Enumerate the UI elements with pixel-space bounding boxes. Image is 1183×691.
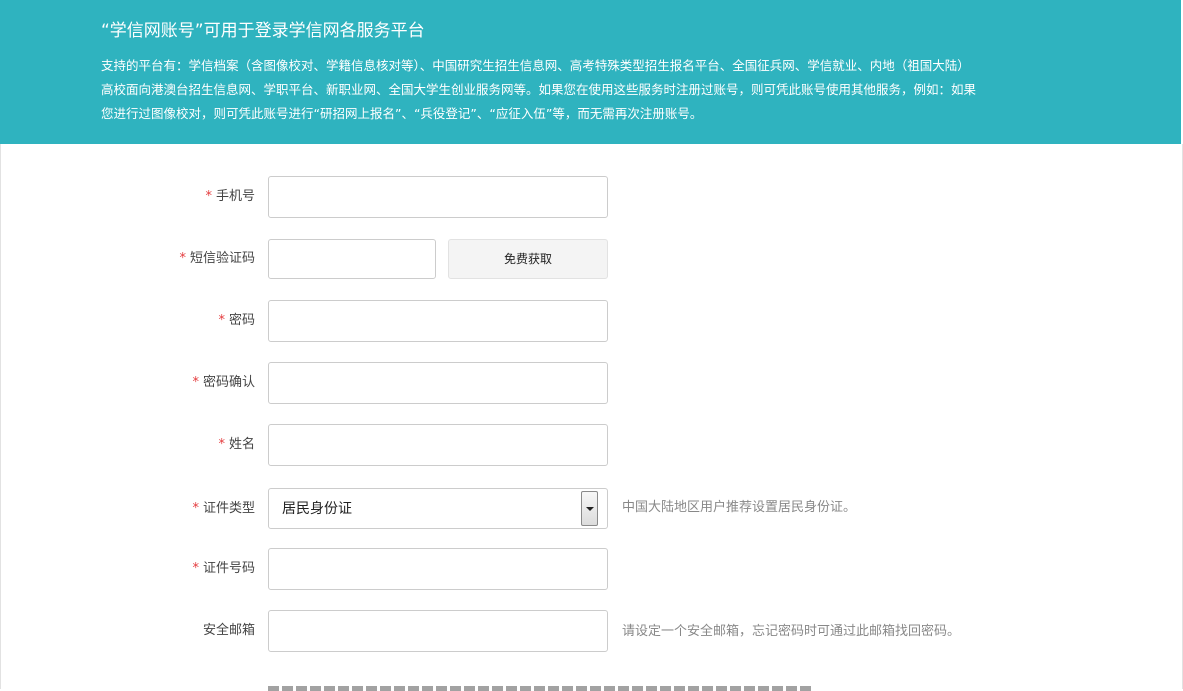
password-confirm-label-text: 密码确认 xyxy=(202,375,255,390)
name-row: * 姓名 xyxy=(1,424,1183,466)
name-input[interactable] xyxy=(268,424,608,466)
id-type-select[interactable]: 居民身份证 xyxy=(268,488,608,529)
get-code-button[interactable]: 免费获取 xyxy=(448,239,608,279)
password-label-text: 密码 xyxy=(228,313,255,328)
phone-row: * 手机号 xyxy=(1,176,1183,218)
id-number-row: * 证件号码 xyxy=(1,548,1183,590)
phone-input[interactable] xyxy=(268,176,608,218)
email-label: 安全邮箱 xyxy=(1,610,255,652)
registration-form: * 手机号 * 短信验证码 免费获取 * 密码 * 密码确认 * 姓名 * 证件类型 居民身… xyxy=(0,144,1183,691)
password-confirm-label: * 密码确认 xyxy=(1,362,255,404)
sms-code-label-text: 短信验证码 xyxy=(189,251,255,266)
password-confirm-input[interactable] xyxy=(268,362,608,404)
required-mark: * xyxy=(192,375,199,390)
id-type-row: * 证件类型 居民身份证 中国大陆地区用户推荐设置居民身份证。 xyxy=(1,488,1183,530)
info-banner: “学信网账号”可用于登录学信网各服务平台 支持的平台有：学信档案（含图像校对、学… xyxy=(0,0,1181,144)
required-mark: * xyxy=(179,251,186,266)
id-type-value: 居民身份证 xyxy=(282,501,352,517)
required-mark: * xyxy=(205,189,212,204)
required-mark: * xyxy=(218,437,225,452)
id-type-label: * 证件类型 xyxy=(1,488,255,530)
name-label: * 姓名 xyxy=(1,424,255,466)
id-number-label: * 证件号码 xyxy=(1,548,255,590)
phone-label: * 手机号 xyxy=(1,176,255,218)
sms-code-label: * 短信验证码 xyxy=(1,238,255,280)
password-confirm-row: * 密码确认 xyxy=(1,362,1183,404)
banner-title: “学信网账号”可用于登录学信网各服务平台 xyxy=(101,21,425,41)
id-type-label-text: 证件类型 xyxy=(202,501,255,516)
password-label: * 密码 xyxy=(1,300,255,342)
dropdown-arrow-icon[interactable] xyxy=(581,491,598,526)
required-mark: * xyxy=(192,561,199,576)
required-mark: * xyxy=(218,313,225,328)
sms-code-input[interactable] xyxy=(268,239,436,279)
email-row: 安全邮箱 请设定一个安全邮箱，忘记密码时可通过此邮箱找回密码。 xyxy=(1,610,1183,652)
banner-description: 支持的平台有：学信档案（含图像校对、学籍信息核对等）、中国研究生招生信息网、高考… xyxy=(101,58,977,121)
id-number-label-text: 证件号码 xyxy=(202,561,255,576)
id-type-hint: 中国大陆地区用户推荐设置居民身份证。 xyxy=(622,500,857,515)
id-number-input[interactable] xyxy=(268,548,608,590)
sms-code-row: * 短信验证码 免费获取 xyxy=(1,238,1183,280)
email-hint: 请设定一个安全邮箱，忘记密码时可通过此邮箱找回密码。 xyxy=(622,624,961,639)
email-label-text: 安全邮箱 xyxy=(202,623,255,638)
name-label-text: 姓名 xyxy=(228,437,255,452)
email-input[interactable] xyxy=(268,610,608,652)
phone-label-text: 手机号 xyxy=(215,189,255,204)
password-input[interactable] xyxy=(268,300,608,342)
password-row: * 密码 xyxy=(1,300,1183,342)
required-mark: * xyxy=(192,501,199,516)
